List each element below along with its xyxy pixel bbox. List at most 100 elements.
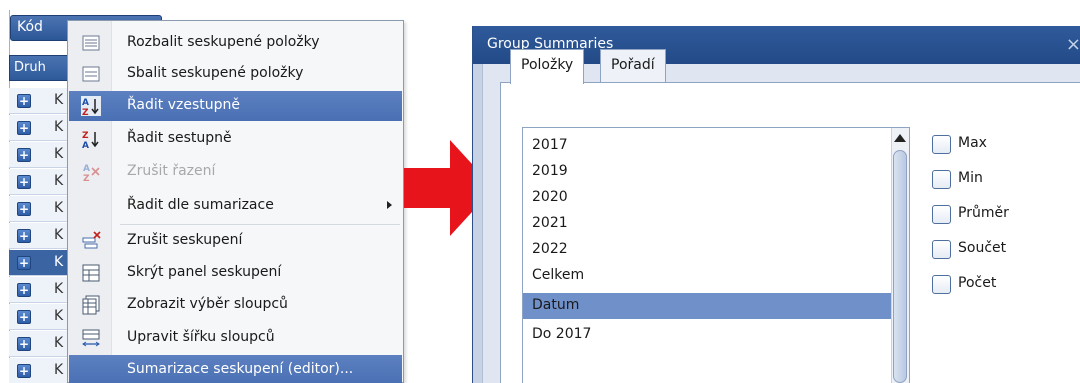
checkbox-box[interactable] [932, 275, 951, 294]
expand-groups-icon [82, 35, 100, 51]
group-row-text: K [54, 227, 64, 243]
menu-item-sort-by-summary[interactable]: Řadit dle sumarizace [69, 191, 402, 221]
checkbox-box[interactable] [932, 170, 951, 189]
checkbox-box[interactable] [932, 205, 951, 224]
group-row[interactable]: + K [9, 304, 69, 330]
menu-item-sort-ascending[interactable]: A Z Řadit vzestupně [69, 91, 402, 121]
list-item[interactable]: 2020 [523, 185, 891, 211]
dialog-left-strip [473, 64, 483, 383]
menu-item-label: Zrušit seskupení [127, 232, 243, 248]
list-item-selected[interactable]: Datum [523, 293, 891, 319]
checkbox-label: Max [958, 135, 987, 151]
menu-item-clear-sort: A Z Zrušit řazení [69, 157, 402, 187]
menu-item-column-chooser[interactable]: Zobrazit výběr sloupců [69, 290, 402, 320]
menu-item-label: Zobrazit výběr sloupců [127, 296, 288, 312]
column-chooser-icon [82, 295, 100, 315]
expand-plus-icon[interactable]: + [17, 121, 31, 135]
items-listbox[interactable]: 2017 2019 2020 2021 2022 Celkem Datum Do… [522, 127, 910, 383]
list-item[interactable]: 2021 [523, 211, 891, 237]
group-row-text: K [54, 362, 64, 378]
expand-plus-icon[interactable]: + [17, 283, 31, 297]
group-row-selected[interactable]: + K [9, 250, 69, 276]
checkbox-label: Průměr [958, 205, 1009, 221]
svg-text:Z: Z [83, 174, 90, 182]
scrollbar-thumb[interactable] [893, 150, 907, 383]
svg-text:A: A [83, 164, 90, 174]
group-row-text: K [54, 254, 64, 270]
group-row-text: K [54, 173, 64, 189]
checkbox-label: Min [958, 170, 983, 186]
group-row[interactable]: + K [9, 277, 69, 303]
menu-item-hide-group-panel[interactable]: Skrýt panel seskupení [69, 258, 402, 288]
group-row-text: K [54, 146, 64, 162]
menu-item-label: Řadit vzestupně [127, 97, 240, 113]
checkbox-box[interactable] [932, 240, 951, 259]
expand-plus-icon[interactable]: + [17, 148, 31, 162]
expand-plus-icon[interactable]: + [17, 256, 31, 270]
column-header-kod-label: Kód [17, 19, 43, 35]
expand-plus-icon[interactable]: + [17, 175, 31, 189]
menu-item-best-fit[interactable]: Upravit šířku sloupců [69, 323, 402, 353]
expand-plus-icon[interactable]: + [17, 202, 31, 216]
expand-plus-icon[interactable]: + [17, 310, 31, 324]
expand-plus-icon[interactable]: + [17, 364, 31, 378]
scroll-up-icon[interactable] [894, 134, 906, 142]
menu-item-label: Řadit dle sumarizace [127, 197, 274, 213]
sort-asc-glyph-top: A [82, 98, 89, 108]
expand-plus-icon[interactable]: + [17, 337, 31, 351]
menu-item-ungroup[interactable]: Zrušit seskupení [69, 226, 402, 256]
group-row[interactable]: + K [9, 196, 69, 222]
group-row[interactable]: + K [9, 223, 69, 249]
expand-plus-icon[interactable]: + [17, 94, 31, 108]
menu-item-label: Sumarizace seskupení (editor)... [127, 361, 354, 377]
group-row-text: K [54, 281, 64, 297]
tab-poradi[interactable]: Pořadí [600, 49, 666, 82]
group-row-text: K [54, 308, 64, 324]
menu-item-label: Zrušit řazení [127, 163, 216, 179]
checkbox-label: Součet [958, 240, 1007, 256]
expand-plus-icon[interactable]: + [17, 229, 31, 243]
menu-item-sort-descending[interactable]: Z A Řadit sestupně [69, 124, 402, 154]
context-menu: Rozbalit seskupené položky Sbalit seskup… [67, 20, 404, 383]
checkbox-box[interactable] [932, 135, 951, 154]
list-item[interactable]: Celkem [523, 263, 891, 289]
group-row-text: K [54, 200, 64, 216]
list-item[interactable]: 2019 [523, 159, 891, 185]
list-item[interactable]: Do 2017 [523, 322, 891, 348]
group-row[interactable]: + K [9, 358, 69, 383]
menu-item-label: Sbalit seskupené položky [127, 65, 304, 81]
checkbox-label: Počet [958, 275, 997, 291]
ungroup-icon [82, 231, 101, 249]
tab-label: Pořadí [611, 57, 655, 73]
menu-item-label: Skrýt panel seskupení [127, 264, 282, 280]
menu-separator [120, 224, 400, 225]
menu-item-label: Řadit sestupně [127, 130, 232, 146]
sort-desc-glyph-bottom: A [82, 141, 89, 149]
sort-ascending-icon: A Z [81, 96, 101, 116]
group-row[interactable]: + K [9, 115, 69, 141]
group-row[interactable]: + K [9, 169, 69, 195]
menu-item-group-summary-editor[interactable]: Sumarizace seskupení (editor)... [69, 355, 402, 383]
menu-item-label: Upravit šířku sloupců [127, 329, 275, 345]
best-fit-icon [82, 329, 100, 347]
sort-desc-glyph-top: Z [82, 131, 89, 141]
list-item[interactable]: 2022 [523, 237, 891, 263]
group-row-text: K [54, 119, 64, 135]
hide-group-panel-icon [82, 264, 100, 282]
clear-sort-icon: A Z [83, 164, 100, 182]
group-row[interactable]: + K [9, 331, 69, 357]
column-header-druh-label: Druh [14, 60, 46, 75]
close-icon[interactable]: × [1066, 34, 1080, 55]
list-item[interactable]: 2017 [523, 133, 891, 159]
tab-label: Položky [521, 57, 574, 73]
menu-item-collapse-groups[interactable]: Sbalit seskupené položky [69, 59, 402, 89]
group-row[interactable]: + K [9, 88, 69, 114]
sort-asc-glyph-bottom: Z [82, 108, 89, 116]
column-header-druh[interactable]: Druh [9, 55, 69, 81]
tab-polozky[interactable]: Položky [510, 49, 585, 84]
menu-item-label: Rozbalit seskupené položky [127, 34, 320, 50]
group-row[interactable]: + K [9, 142, 69, 168]
group-row-text: K [54, 92, 64, 108]
sort-descending-icon: Z A [82, 131, 99, 149]
menu-item-expand-groups[interactable]: Rozbalit seskupené položky [69, 28, 402, 58]
